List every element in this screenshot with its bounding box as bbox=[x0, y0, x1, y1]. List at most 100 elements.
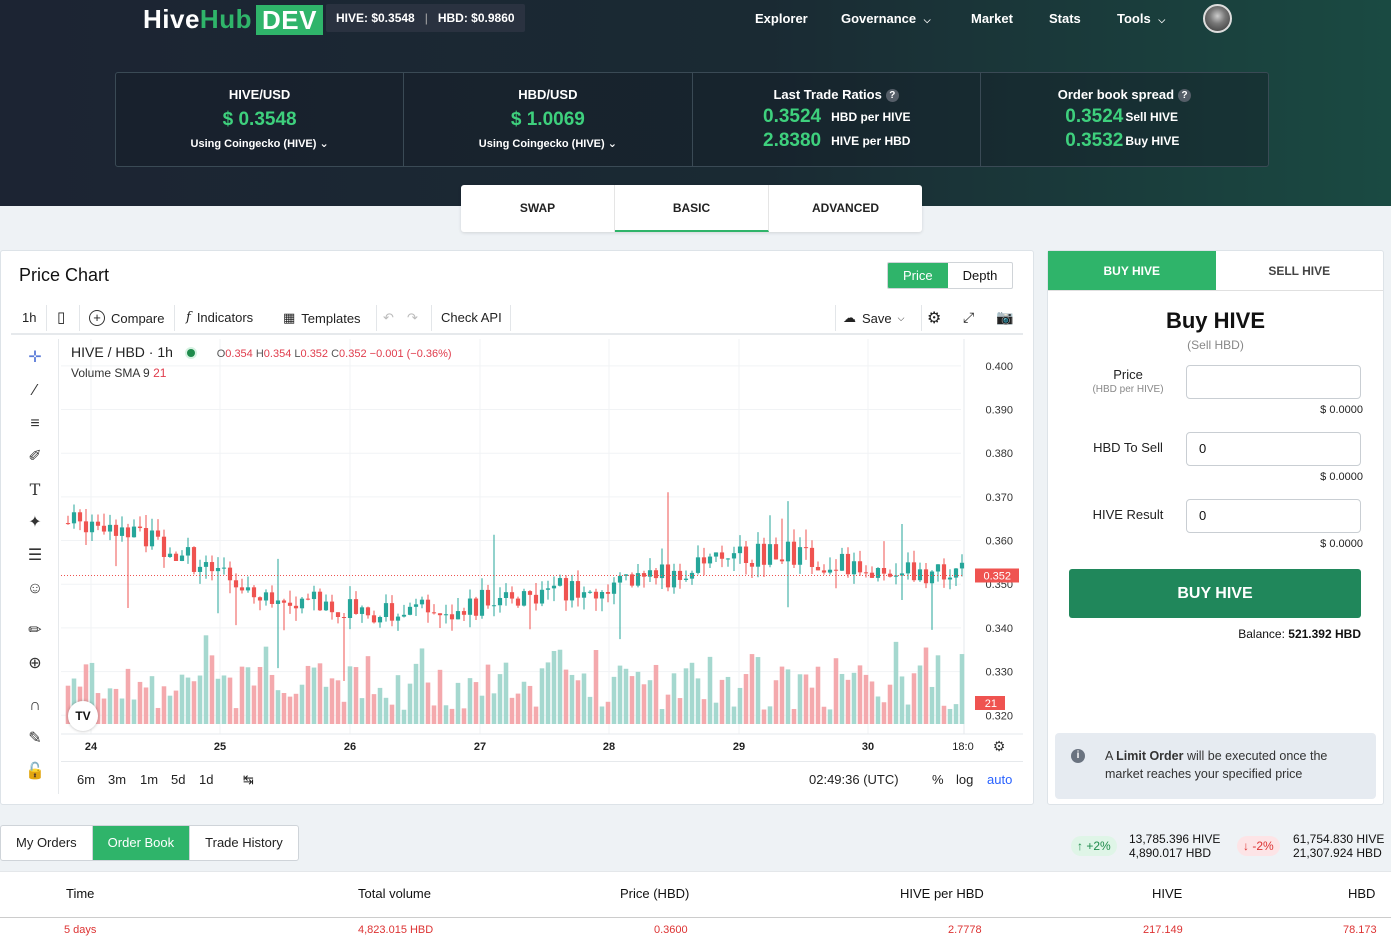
chart-title: Price Chart bbox=[19, 265, 110, 285]
interval-selector[interactable]: 1h bbox=[22, 310, 36, 325]
col-hive-per-hbd[interactable]: HIVE per HBD bbox=[900, 886, 984, 901]
volume-bar bbox=[389, 704, 395, 724]
hive-result-input[interactable]: 0 bbox=[1186, 499, 1361, 533]
volume-bar bbox=[701, 699, 707, 724]
nav-explorer[interactable]: Explorer bbox=[755, 11, 808, 26]
volume-bar bbox=[383, 697, 389, 724]
candlestick-chart[interactable]: 0.4000.3900.3800.3700.3600.3500.3400.330… bbox=[61, 339, 1023, 761]
pattern-icon[interactable]: ✦ bbox=[24, 512, 46, 534]
candle-body bbox=[245, 587, 251, 591]
unlock-icon[interactable]: 🔓 bbox=[24, 761, 46, 783]
nav-market[interactable]: Market bbox=[971, 11, 1013, 26]
tab-buy-hive[interactable]: BUY HIVE bbox=[1048, 251, 1216, 290]
tab-advanced[interactable]: ADVANCED bbox=[769, 185, 922, 232]
volume-bar bbox=[833, 658, 839, 724]
tab-sell-hive[interactable]: SELL HIVE bbox=[1216, 251, 1384, 290]
templates-button[interactable]: ▦ Templates bbox=[283, 310, 361, 326]
y-tick-label: 0.340 bbox=[985, 623, 1013, 635]
range-1d[interactable]: 1d bbox=[199, 772, 213, 787]
x-tick-label: 29 bbox=[733, 741, 745, 753]
tab-my-orders[interactable]: My Orders bbox=[1, 826, 93, 860]
x-tick-label: 26 bbox=[344, 741, 356, 753]
text-tool-icon[interactable]: T bbox=[24, 479, 46, 501]
fib-lines-icon[interactable]: ≡ bbox=[24, 413, 46, 435]
settings-gear-icon[interactable]: ⚙ bbox=[927, 308, 941, 328]
auto-scale-toggle[interactable]: auto bbox=[987, 772, 1012, 787]
col-total-volume[interactable]: Total volume bbox=[358, 886, 431, 901]
redo-icon[interactable]: ↷ bbox=[407, 310, 418, 326]
tradingview-logo[interactable]: TV bbox=[68, 701, 98, 731]
trend-line-icon[interactable]: ∕ bbox=[24, 380, 46, 402]
prediction-icon[interactable]: ☰ bbox=[24, 545, 46, 567]
col-hive[interactable]: HIVE bbox=[1152, 886, 1182, 901]
indicators-button[interactable]: f Indicators bbox=[186, 310, 253, 325]
help-icon[interactable]: ? bbox=[1178, 89, 1192, 103]
tab-basic[interactable]: BASIC bbox=[615, 185, 769, 232]
tab-swap[interactable]: SWAP bbox=[461, 185, 615, 232]
range-6m[interactable]: 6m bbox=[77, 772, 95, 787]
volume-bar bbox=[647, 680, 653, 724]
toggle-depth[interactable]: Depth bbox=[948, 263, 1013, 288]
check-api-button[interactable]: Check API bbox=[441, 310, 502, 325]
candle-body bbox=[155, 530, 161, 537]
compare-button[interactable]: + Compare bbox=[89, 310, 164, 326]
date-range-icon[interactable]: ↹ bbox=[243, 772, 254, 788]
col-hbd[interactable]: HBD bbox=[1348, 886, 1375, 901]
nav-governance[interactable]: Governance ⌵ bbox=[841, 11, 931, 26]
buy-hive-button[interactable]: BUY HIVE bbox=[1069, 569, 1361, 618]
volume-bar bbox=[587, 696, 593, 724]
candle-body bbox=[425, 599, 431, 613]
lock-drawing-icon[interactable]: ✎ bbox=[24, 728, 46, 750]
candle-body bbox=[83, 521, 89, 533]
candle-body bbox=[239, 587, 245, 591]
volume-bar bbox=[773, 680, 779, 724]
range-3m[interactable]: 3m bbox=[108, 772, 126, 787]
hbd-to-sell-input[interactable]: 0 bbox=[1186, 432, 1361, 466]
help-icon[interactable]: ? bbox=[885, 89, 899, 103]
candle-body bbox=[143, 528, 149, 547]
brush-icon[interactable]: ✐ bbox=[24, 446, 46, 468]
percent-scale-toggle[interactable]: % bbox=[932, 772, 944, 787]
chart-toolbar: 1h ▯ + Compare f Indicators ▦ Templates ↶ ↷… bbox=[11, 301, 1023, 335]
volume-bar bbox=[803, 674, 809, 724]
ruler-icon[interactable]: ✏ bbox=[24, 620, 46, 642]
nav-tools[interactable]: Tools ⌵ bbox=[1117, 11, 1165, 26]
price-source-dropdown[interactable]: Using Coingecko (HIVE) ⌄ bbox=[116, 137, 403, 150]
tab-order-book[interactable]: Order Book bbox=[92, 826, 191, 860]
volume-bar bbox=[737, 687, 743, 724]
candle-body bbox=[659, 564, 665, 579]
undo-icon[interactable]: ↶ bbox=[383, 310, 394, 326]
price-source-dropdown[interactable]: Using Coingecko (HIVE) ⌄ bbox=[404, 137, 691, 150]
zoom-in-icon[interactable]: ⊕ bbox=[24, 653, 46, 675]
volume-bar bbox=[509, 697, 515, 724]
user-avatar[interactable] bbox=[1203, 4, 1232, 33]
crosshair-icon[interactable]: ✛ bbox=[24, 347, 46, 369]
nav-stats[interactable]: Stats bbox=[1049, 11, 1081, 26]
emoji-icon[interactable]: ☺ bbox=[24, 578, 46, 600]
col-price[interactable]: Price (HBD) bbox=[620, 886, 689, 901]
magnet-icon[interactable]: ∩ bbox=[24, 695, 46, 717]
log-scale-toggle[interactable]: log bbox=[956, 772, 973, 787]
x-tick-label: 18:0 bbox=[952, 741, 973, 753]
candle-body bbox=[563, 578, 569, 601]
volume-bar bbox=[161, 686, 167, 724]
volume-bar bbox=[617, 665, 623, 724]
price-input[interactable] bbox=[1186, 365, 1361, 399]
function-icon: f bbox=[186, 310, 191, 325]
toggle-price[interactable]: Price bbox=[888, 263, 948, 288]
fullscreen-icon[interactable]: ⤢ bbox=[963, 309, 974, 326]
candle-type-icon[interactable]: ▯ bbox=[57, 308, 65, 326]
range-1m[interactable]: 1m bbox=[140, 772, 158, 787]
col-time[interactable]: Time bbox=[66, 886, 94, 901]
volume-bar bbox=[953, 704, 959, 724]
range-5d[interactable]: 5d bbox=[171, 772, 185, 787]
hivehub-logo[interactable]: Hive Hub DEV bbox=[143, 4, 323, 35]
candle-body bbox=[449, 614, 455, 620]
save-button[interactable]: ☁ Save ⌵ bbox=[843, 310, 904, 326]
candle-body bbox=[317, 591, 323, 611]
candle-body bbox=[275, 600, 281, 604]
camera-icon[interactable]: 📷 bbox=[996, 309, 1013, 326]
y-tick-label: 0.360 bbox=[985, 536, 1013, 548]
tab-trade-history[interactable]: Trade History bbox=[190, 826, 298, 860]
volume-bar bbox=[119, 698, 125, 724]
